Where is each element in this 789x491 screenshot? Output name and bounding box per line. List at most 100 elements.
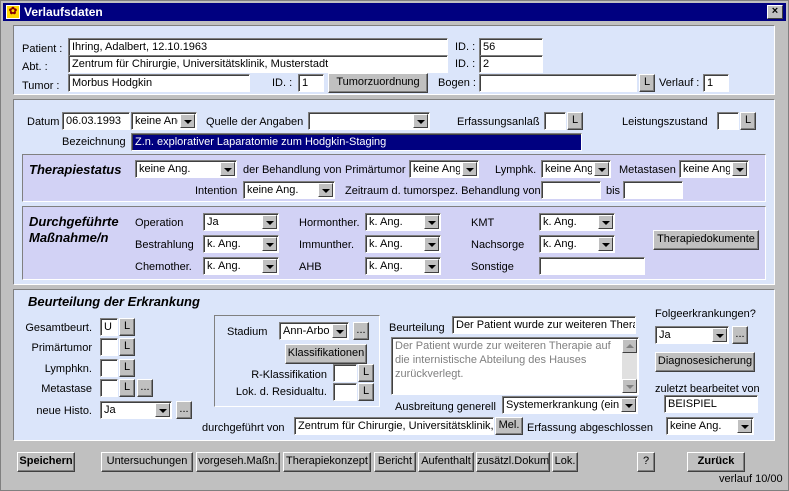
therapiedokumente-button[interactable]: Therapiedokumente — [653, 230, 759, 250]
therapiekonzept-button[interactable]: Therapiekonzept — [283, 452, 371, 472]
erfassungsanlass-lookup-button[interactable]: L — [567, 112, 583, 130]
operation-value: Ja — [207, 216, 219, 228]
ausbreitung-select[interactable]: Systemerkrankung (eins — [502, 396, 638, 414]
beurteilung-text-area[interactable]: Der Patient wurde zur weiteren Therapie … — [391, 337, 639, 395]
beurteilung-field[interactable]: Der Patient wurde zur weiteren Thera — [452, 316, 636, 334]
stadium-select[interactable]: Ann-Arbor — [279, 322, 349, 340]
lok-residual-field[interactable] — [333, 383, 357, 401]
abt-field[interactable]: Zentrum für Chirurgie, Universitätsklini… — [68, 55, 448, 73]
scroll-up-icon[interactable] — [622, 339, 637, 353]
primaertumor-beurt-field[interactable] — [100, 338, 118, 356]
kmt-select[interactable]: k. Ang. — [539, 213, 615, 231]
patient-field[interactable]: Ihring, Adalbert, 12.10.1963 — [68, 38, 448, 56]
r-klassifikation-lookup-button[interactable]: L — [358, 364, 374, 382]
nachsorge-select[interactable]: k. Ang. — [539, 235, 615, 253]
zeitraum-bis-field[interactable] — [623, 181, 683, 199]
folgeerkrankungen-select[interactable]: Ja — [655, 326, 729, 344]
chevron-down-icon[interactable] — [462, 162, 477, 176]
id-abt-field[interactable]: 2 — [479, 55, 543, 73]
erfassung-select[interactable]: keine Ang. — [666, 417, 754, 435]
erfassungsanlass-field[interactable] — [544, 112, 566, 130]
diagnosesicherung-button[interactable]: Diagnosesicherung — [655, 352, 755, 372]
chevron-down-icon[interactable] — [737, 419, 752, 433]
chevron-down-icon[interactable] — [332, 324, 347, 338]
chevron-down-icon[interactable] — [424, 237, 439, 251]
verlauf-field[interactable]: 1 — [703, 74, 729, 92]
chevron-down-icon[interactable] — [594, 162, 609, 176]
close-button[interactable]: × — [767, 5, 783, 19]
ahb-value: k. Ang. — [369, 260, 403, 272]
intention-label: Intention — [195, 185, 238, 197]
primaertumor-beurt-lookup-button[interactable]: L — [119, 338, 135, 356]
help-button[interactable]: ? — [637, 452, 655, 472]
tumor-field[interactable]: Morbus Hodgkin — [68, 74, 250, 92]
melden-button[interactable]: Mel. — [495, 417, 523, 435]
metastase-field[interactable] — [100, 379, 118, 397]
zusaetzl-dokum-button[interactable]: zusätzl.Dokum. — [476, 452, 550, 472]
r-klassifikation-field[interactable] — [333, 364, 357, 382]
vorgeseh-massn-button[interactable]: vorgeseh.Maßn. — [196, 452, 280, 472]
title-bar[interactable]: ✿ Verlaufsdaten × — [3, 3, 786, 21]
lok-residual-lookup-button[interactable]: L — [358, 383, 374, 401]
lymphkn-lookup-button[interactable]: L — [119, 359, 135, 377]
operation-select[interactable]: Ja — [203, 213, 279, 231]
chevron-down-icon[interactable] — [413, 114, 428, 128]
gesamtbeurt-lookup-button[interactable]: L — [119, 318, 135, 336]
zeitraum-von-field[interactable] — [541, 181, 601, 199]
chevron-down-icon[interactable] — [598, 237, 613, 251]
aufenthalt-button[interactable]: Aufenthalt — [418, 452, 474, 472]
id-tumor-field[interactable]: 1 — [298, 74, 324, 92]
chevron-down-icon[interactable] — [155, 403, 170, 417]
chevron-down-icon[interactable] — [598, 215, 613, 229]
folgeerkrankungen-more-button[interactable]: ... — [732, 326, 748, 344]
chemother-select[interactable]: k. Ang. — [203, 257, 279, 275]
chevron-down-icon[interactable] — [732, 162, 747, 176]
beurteilung-scrollbar[interactable] — [622, 339, 637, 393]
gesamtbeurt-field[interactable]: U — [100, 318, 118, 336]
untersuchungen-button[interactable]: Untersuchungen — [101, 452, 193, 472]
chevron-down-icon[interactable] — [262, 237, 277, 251]
therapiestatus-select[interactable]: keine Ang. — [135, 160, 237, 178]
lymphkn-field[interactable] — [100, 359, 118, 377]
chevron-down-icon[interactable] — [621, 398, 636, 412]
lymphk-select[interactable]: keine Ang — [541, 160, 611, 178]
leistungszustand-field[interactable] — [717, 112, 739, 130]
chevron-down-icon[interactable] — [180, 114, 195, 128]
chevron-down-icon[interactable] — [712, 328, 727, 342]
metastase-more-button[interactable]: ... — [137, 379, 153, 397]
scroll-down-icon[interactable] — [622, 379, 637, 393]
quelle-select[interactable] — [308, 112, 430, 130]
chevron-down-icon[interactable] — [318, 183, 333, 197]
chevron-down-icon[interactable] — [424, 215, 439, 229]
datum-field[interactable]: 06.03.1993 — [62, 112, 130, 130]
neue-histo-select[interactable]: Ja — [100, 401, 172, 419]
chevron-down-icon[interactable] — [262, 215, 277, 229]
id-patient-field[interactable]: 56 — [479, 38, 543, 56]
stadium-more-button[interactable]: ... — [353, 322, 369, 340]
bericht-button[interactable]: Bericht — [374, 452, 416, 472]
durchgefuehrt-field[interactable]: Zentrum für Chirurgie, Universitätsklini… — [294, 417, 494, 435]
bestrahlung-select[interactable]: k. Ang. — [203, 235, 279, 253]
zurueck-button[interactable]: Zurück — [687, 452, 745, 472]
metastase-lookup-button[interactable]: L — [119, 379, 135, 397]
bogen-lookup-button[interactable]: L — [639, 74, 655, 92]
bezeichnung-field[interactable]: Z.n. explorativer Laparatomie zum Hodgki… — [131, 133, 582, 151]
hormonther-select[interactable]: k. Ang. — [365, 213, 441, 231]
speichern-button[interactable]: Speichern — [17, 452, 75, 472]
chevron-down-icon[interactable] — [424, 259, 439, 273]
metastasen-select[interactable]: keine Ang — [679, 160, 749, 178]
klassifikationen-button[interactable]: Klassifikationen — [285, 344, 367, 364]
datum-precision-select[interactable]: keine Ang — [131, 112, 197, 130]
sonstige-field[interactable] — [539, 257, 645, 275]
primaertumor-status-select[interactable]: keine Ang — [409, 160, 479, 178]
intention-select[interactable]: keine Ang. — [243, 181, 335, 199]
leistungszustand-lookup-button[interactable]: L — [740, 112, 756, 130]
immunther-select[interactable]: k. Ang. — [365, 235, 441, 253]
lok-button[interactable]: Lok. — [552, 452, 578, 472]
tumorzuordnung-button[interactable]: Tumorzuordnung — [328, 73, 428, 93]
ahb-select[interactable]: k. Ang. — [365, 257, 441, 275]
chevron-down-icon[interactable] — [220, 162, 235, 176]
chevron-down-icon[interactable] — [262, 259, 277, 273]
neue-histo-more-button[interactable]: ... — [176, 401, 192, 419]
bogen-field[interactable] — [479, 74, 637, 92]
